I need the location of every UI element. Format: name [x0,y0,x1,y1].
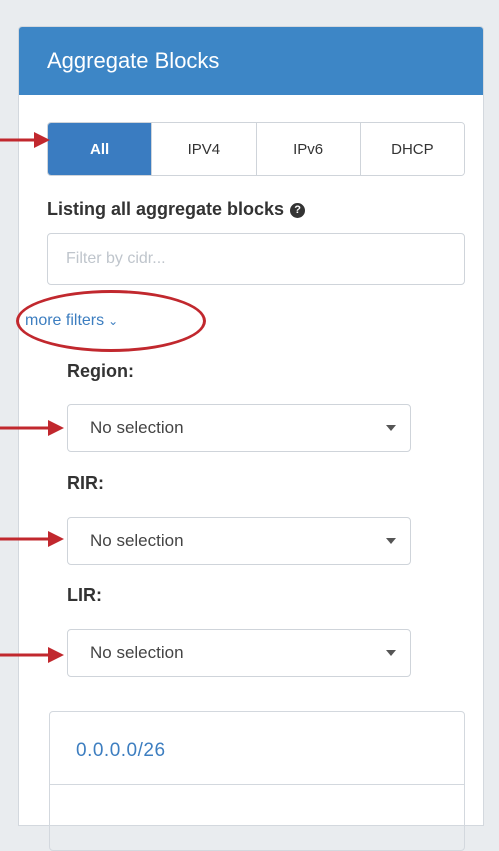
annotation-arrow-tabs [0,132,50,148]
region-label: Region: [67,361,134,381]
result-card[interactable]: 0.0.0.0/26 [49,711,465,851]
more-filters-link[interactable]: more filters ⌄ [25,312,118,330]
cidr-filter-input[interactable] [47,233,465,285]
listing-text: Listing all aggregate blocks [47,199,285,219]
result-divider [50,784,464,785]
rir-select-value: No selection [90,531,184,550]
aggregate-blocks-panel: Aggregate Blocks All IPV4 IPv6 DHCP List… [16,26,484,851]
lir-label: LIR: [67,585,102,605]
annotation-arrow-region [0,420,64,436]
caret-down-icon [386,425,396,431]
chevron-down-icon: ⌄ [108,314,119,328]
tab-ipv4[interactable]: IPV4 [151,123,256,175]
annotation-arrow-rir [0,531,64,547]
listing-heading: Listing all aggregate blocks? [47,199,306,220]
tab-ipv6[interactable]: IPv6 [255,123,360,175]
region-select[interactable]: No selection [67,404,411,452]
tab-all[interactable]: All [48,123,152,175]
result-cidr[interactable]: 0.0.0.0/26 [76,740,166,762]
caret-down-icon [386,538,396,544]
rir-label: RIR: [67,473,104,493]
more-filters-label: more filters [25,312,105,329]
lir-select[interactable]: No selection [67,629,411,677]
question-circle-icon[interactable]: ? [290,203,306,218]
block-type-tabs: All IPV4 IPv6 DHCP [47,122,465,176]
lir-select-value: No selection [90,643,184,662]
annotation-arrow-lir [0,647,64,663]
region-select-value: No selection [90,418,184,437]
tab-dhcp[interactable]: DHCP [359,123,464,175]
panel-title: Aggregate Blocks [19,27,483,95]
caret-down-icon [386,650,396,656]
rir-select[interactable]: No selection [67,517,411,565]
